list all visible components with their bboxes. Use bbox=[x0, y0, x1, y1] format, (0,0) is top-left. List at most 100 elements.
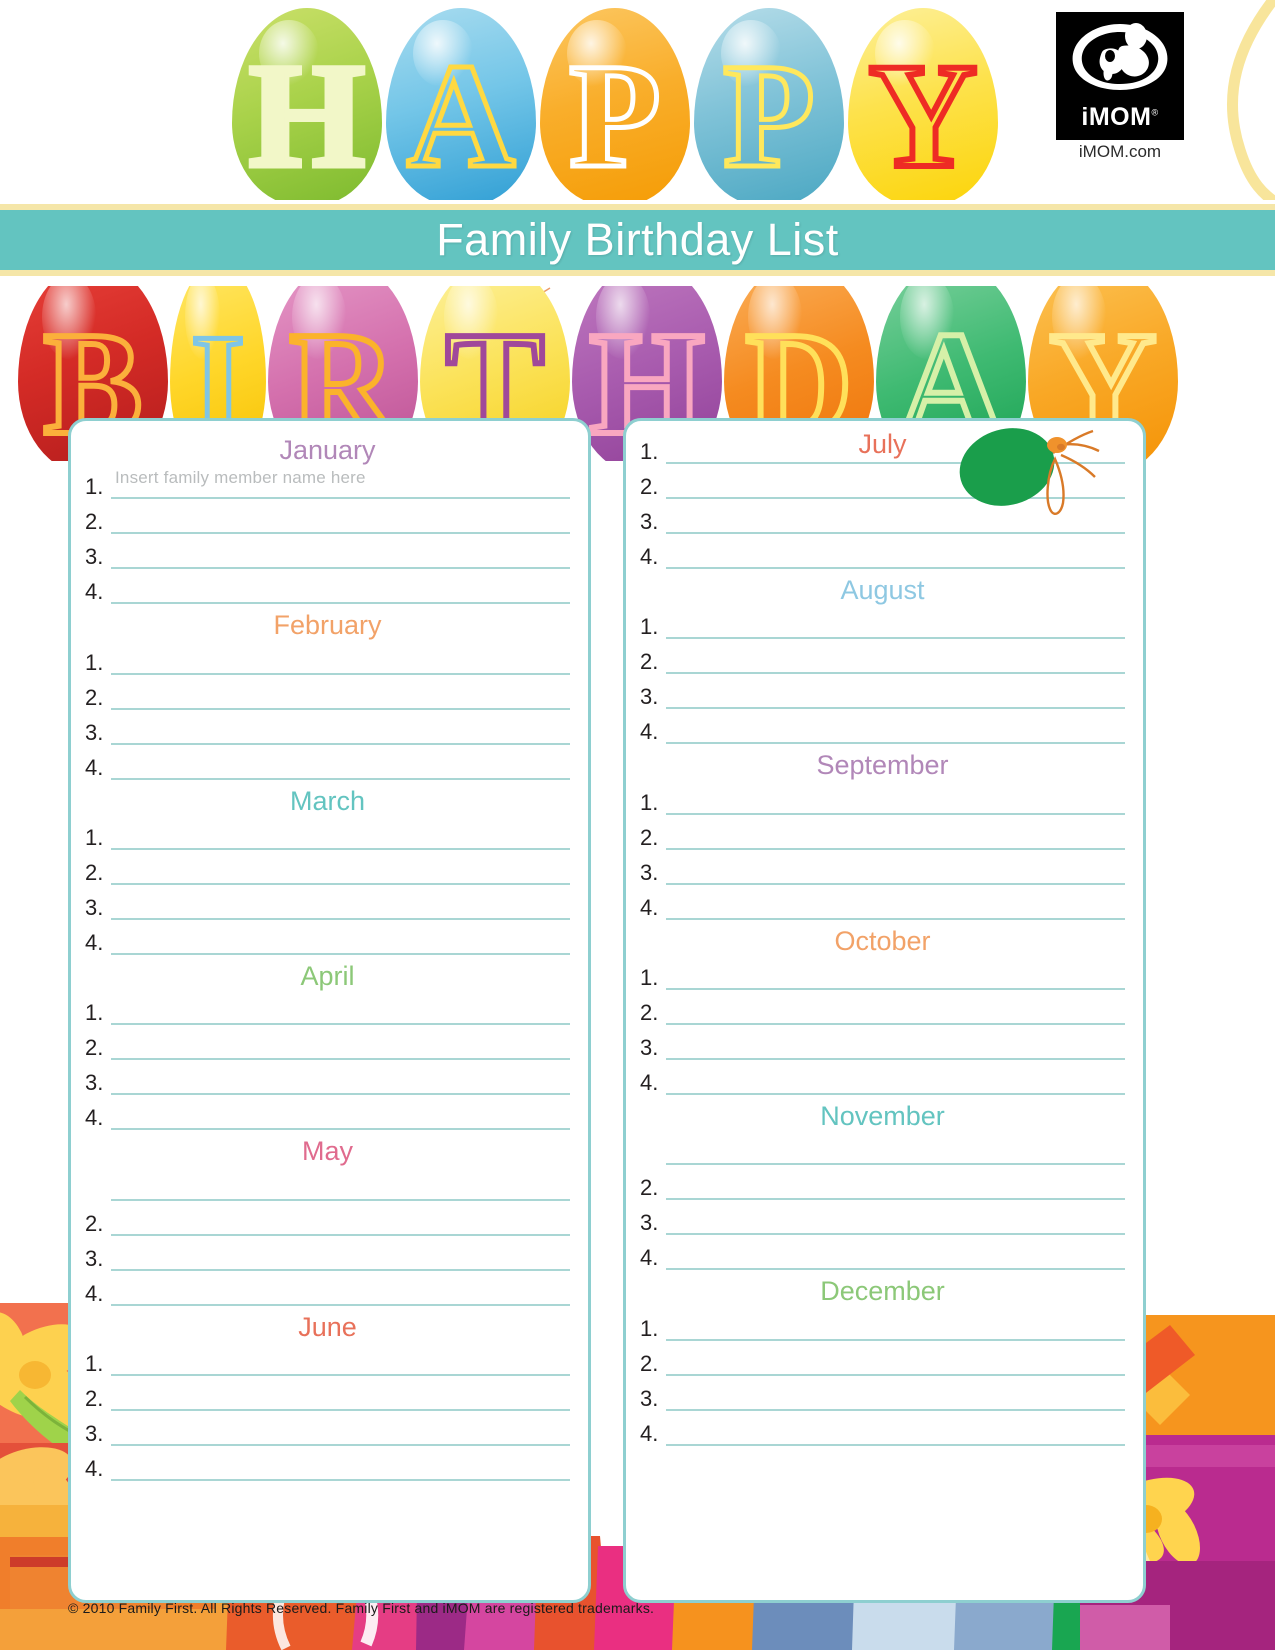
list-item[interactable]: 4. bbox=[640, 1413, 1125, 1448]
write-in-rule[interactable] bbox=[111, 777, 570, 780]
list-item[interactable]: 3. bbox=[640, 1027, 1125, 1062]
list-item[interactable]: 3. bbox=[85, 1238, 570, 1273]
write-in-rule[interactable] bbox=[666, 1163, 1125, 1166]
list-item[interactable]: 2. bbox=[85, 1203, 570, 1238]
write-in-rule[interactable] bbox=[666, 1023, 1125, 1026]
list-item[interactable]: 3. bbox=[640, 1378, 1125, 1413]
write-in-rule[interactable] bbox=[666, 1093, 1125, 1096]
list-item[interactable]: 2. bbox=[640, 1343, 1125, 1378]
list-item[interactable]: 1. bbox=[85, 992, 570, 1027]
write-in-rule[interactable] bbox=[666, 882, 1125, 885]
write-in-rule[interactable] bbox=[666, 497, 1125, 499]
write-in-rule[interactable] bbox=[111, 602, 570, 605]
list-item[interactable]: 3. bbox=[85, 1413, 570, 1448]
write-in-rule[interactable] bbox=[666, 742, 1125, 745]
list-item[interactable]: 3. bbox=[85, 1062, 570, 1097]
write-in-rule[interactable] bbox=[666, 1443, 1125, 1446]
write-in-rule[interactable] bbox=[111, 707, 570, 710]
write-in-rule[interactable] bbox=[111, 497, 570, 500]
list-item[interactable]: 4. bbox=[640, 887, 1125, 922]
write-in-rule[interactable] bbox=[111, 1233, 570, 1236]
list-item[interactable]: 1. bbox=[85, 817, 570, 852]
list-item[interactable]: 2. bbox=[640, 1167, 1125, 1202]
write-in-rule[interactable] bbox=[111, 1479, 570, 1482]
write-in-rule[interactable] bbox=[111, 1268, 570, 1271]
write-in-rule[interactable] bbox=[666, 1373, 1125, 1376]
list-item[interactable]: 1. bbox=[640, 957, 1125, 992]
list-item[interactable]: 3. bbox=[640, 501, 1125, 536]
write-in-rule[interactable] bbox=[111, 1198, 570, 1201]
write-in-rule[interactable] bbox=[111, 1303, 570, 1306]
write-in-rule[interactable] bbox=[666, 1268, 1125, 1271]
list-item[interactable]: 4. bbox=[640, 1237, 1125, 1272]
list-item[interactable]: 1. Insert family member name here bbox=[85, 466, 570, 501]
list-item[interactable]: 2. bbox=[85, 1027, 570, 1062]
list-item[interactable]: 3. bbox=[640, 676, 1125, 711]
write-in-rule[interactable] bbox=[111, 1409, 570, 1412]
write-in-rule[interactable] bbox=[666, 672, 1125, 675]
write-in-rule[interactable] bbox=[666, 637, 1125, 640]
write-in-rule[interactable] bbox=[666, 462, 1125, 464]
list-item[interactable]: 2. bbox=[640, 641, 1125, 676]
list-item[interactable]: 1. July bbox=[640, 430, 1125, 466]
month-title-december: December bbox=[820, 1276, 945, 1307]
list-item[interactable]: 4. bbox=[640, 1062, 1125, 1097]
write-in-rule[interactable] bbox=[111, 1058, 570, 1061]
list-item[interactable] bbox=[85, 1168, 570, 1203]
write-in-rule[interactable] bbox=[111, 532, 570, 535]
list-item[interactable]: 3. bbox=[640, 1202, 1125, 1237]
write-in-rule[interactable] bbox=[666, 1233, 1125, 1236]
imom-logo[interactable]: iMOM® bbox=[1056, 12, 1184, 140]
list-item[interactable]: 2. bbox=[85, 501, 570, 536]
list-item[interactable]: 3. bbox=[85, 887, 570, 922]
list-item[interactable]: 1. bbox=[85, 642, 570, 677]
list-item[interactable]: 1. bbox=[640, 782, 1125, 817]
list-item[interactable]: 3. bbox=[85, 712, 570, 747]
list-item[interactable]: 3. bbox=[640, 852, 1125, 887]
write-in-rule[interactable] bbox=[111, 883, 570, 886]
write-in-rule[interactable] bbox=[111, 1374, 570, 1377]
list-item[interactable]: 1. bbox=[640, 1308, 1125, 1343]
list-item[interactable]: 2. bbox=[85, 677, 570, 712]
write-in-rule[interactable] bbox=[111, 918, 570, 921]
list-item[interactable]: 3. bbox=[85, 536, 570, 571]
write-in-rule[interactable] bbox=[111, 1444, 570, 1447]
list-item[interactable]: 4. bbox=[85, 1097, 570, 1132]
write-in-rule[interactable] bbox=[111, 567, 570, 570]
write-in-rule[interactable] bbox=[666, 988, 1125, 991]
list-item[interactable]: 4. bbox=[85, 1448, 570, 1483]
write-in-rule[interactable] bbox=[666, 1198, 1125, 1201]
list-item[interactable]: 2. bbox=[85, 1378, 570, 1413]
month-block-june: June 1. 2. 3. 4. bbox=[85, 1308, 570, 1483]
write-in-rule[interactable] bbox=[111, 742, 570, 745]
write-in-rule[interactable] bbox=[666, 917, 1125, 920]
list-item[interactable]: 4. bbox=[640, 711, 1125, 746]
write-in-rule[interactable] bbox=[111, 1023, 570, 1026]
write-in-rule[interactable] bbox=[666, 847, 1125, 850]
list-item[interactable]: 2. bbox=[640, 992, 1125, 1027]
write-in-rule[interactable] bbox=[666, 1058, 1125, 1061]
imom-website-label[interactable]: iMOM.com bbox=[1056, 142, 1184, 162]
write-in-rule[interactable] bbox=[111, 953, 570, 956]
list-item[interactable]: 2. bbox=[85, 852, 570, 887]
list-item[interactable]: 2. bbox=[640, 817, 1125, 852]
list-item[interactable]: 2. bbox=[640, 466, 1125, 501]
write-in-rule[interactable] bbox=[666, 812, 1125, 815]
write-in-rule[interactable] bbox=[111, 672, 570, 675]
write-in-rule[interactable] bbox=[111, 848, 570, 851]
write-in-rule[interactable] bbox=[666, 1338, 1125, 1341]
list-item[interactable]: 1. bbox=[85, 1343, 570, 1378]
write-in-rule[interactable] bbox=[111, 1093, 570, 1096]
list-item[interactable]: 4. bbox=[85, 571, 570, 606]
list-item[interactable]: 1. bbox=[640, 606, 1125, 641]
list-item[interactable]: 4. bbox=[85, 922, 570, 957]
list-item[interactable]: 4. bbox=[640, 536, 1125, 571]
list-item[interactable]: 4. bbox=[85, 747, 570, 782]
write-in-rule[interactable] bbox=[111, 1128, 570, 1131]
write-in-rule[interactable] bbox=[666, 532, 1125, 534]
write-in-rule[interactable] bbox=[666, 1408, 1125, 1411]
write-in-rule[interactable] bbox=[666, 567, 1125, 569]
list-item[interactable]: 4. bbox=[85, 1273, 570, 1308]
write-in-rule[interactable] bbox=[666, 707, 1125, 710]
list-item[interactable] bbox=[640, 1132, 1125, 1167]
